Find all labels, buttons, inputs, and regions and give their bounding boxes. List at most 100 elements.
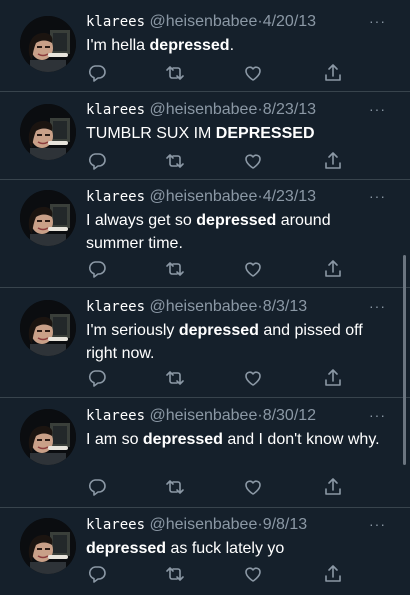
retweet-icon[interactable] bbox=[164, 150, 186, 172]
share-icon[interactable] bbox=[322, 563, 344, 585]
like-icon[interactable] bbox=[242, 367, 264, 389]
share-icon[interactable] bbox=[322, 476, 344, 498]
tweet-keyword: depressed bbox=[149, 37, 230, 54]
tweet-text-before: TUMBLR SUX IM bbox=[86, 125, 216, 142]
tweet-date[interactable]: 4/20/13 bbox=[263, 13, 316, 30]
more-icon[interactable]: ··· bbox=[369, 296, 386, 316]
tweet[interactable]: klarees @heisenbabee·8/3/13 ··· I'm seri… bbox=[0, 288, 410, 398]
tweet-text-before: I am so bbox=[86, 431, 143, 448]
tweet-date[interactable]: 8/30/12 bbox=[263, 407, 316, 424]
handle[interactable]: @heisenbabee bbox=[149, 407, 257, 424]
reply-icon[interactable] bbox=[86, 367, 108, 389]
tweet-actions bbox=[86, 476, 346, 498]
tweet-text: depressed as fuck lately yo bbox=[86, 537, 386, 560]
tweet-text-before: I'm seriously bbox=[86, 322, 179, 339]
tweet-text-before: I always get so bbox=[86, 212, 197, 229]
more-icon[interactable]: ··· bbox=[369, 514, 386, 534]
avatar[interactable] bbox=[20, 409, 76, 465]
like-icon[interactable] bbox=[242, 62, 264, 84]
retweet-icon[interactable] bbox=[164, 476, 186, 498]
tweet-text: I'm hella depressed. bbox=[86, 34, 386, 57]
display-name[interactable]: klarees bbox=[86, 408, 145, 424]
tweet-actions bbox=[86, 62, 346, 84]
tweet-actions bbox=[86, 367, 346, 389]
reply-icon[interactable] bbox=[86, 62, 108, 84]
reply-icon[interactable] bbox=[86, 563, 108, 585]
tweet-header: klarees @heisenbabee·8/23/13 ··· bbox=[86, 100, 398, 120]
tweet-content: klarees @heisenbabee·8/30/12 ··· I am so… bbox=[86, 406, 398, 451]
tweet-actions bbox=[86, 150, 346, 172]
tweet-keyword: depressed bbox=[196, 212, 277, 229]
like-icon[interactable] bbox=[242, 258, 264, 280]
tweet-keyword: depressed bbox=[86, 540, 167, 557]
tweet-text: I always get so depressed around summer … bbox=[86, 209, 386, 255]
share-icon[interactable] bbox=[322, 367, 344, 389]
share-icon[interactable] bbox=[322, 150, 344, 172]
tweet-date[interactable]: 8/23/13 bbox=[263, 101, 316, 118]
more-icon[interactable]: ··· bbox=[369, 99, 386, 119]
avatar[interactable] bbox=[20, 104, 76, 160]
tweet[interactable]: klarees @heisenbabee·8/23/13 ··· TUMBLR … bbox=[0, 92, 410, 180]
tweet-text-after: . bbox=[229, 37, 235, 54]
tweet-header: klarees @heisenbabee·4/20/13 ··· bbox=[86, 12, 398, 32]
like-icon[interactable] bbox=[242, 150, 264, 172]
avatar[interactable] bbox=[20, 518, 76, 574]
tweet-content: klarees @heisenbabee·4/23/13 ··· I alway… bbox=[86, 187, 398, 255]
handle[interactable]: @heisenbabee bbox=[149, 13, 257, 30]
retweet-icon[interactable] bbox=[164, 258, 186, 280]
tweet-header: klarees @heisenbabee·8/30/12 ··· bbox=[86, 406, 398, 426]
share-icon[interactable] bbox=[322, 62, 344, 84]
tweet-content: klarees @heisenbabee·4/20/13 ··· I'm hel… bbox=[86, 12, 398, 57]
tweet-text: I'm seriously depressed and pissed off r… bbox=[86, 319, 386, 365]
handle[interactable]: @heisenbabee bbox=[149, 101, 257, 118]
handle[interactable]: @heisenbabee bbox=[149, 298, 257, 315]
tweet[interactable]: klarees @heisenbabee·8/30/12 ··· I am so… bbox=[0, 398, 410, 508]
tweet-text: I am so depressed and I don't know why. bbox=[86, 428, 386, 451]
tweet-keyword: depressed bbox=[142, 431, 223, 448]
like-icon[interactable] bbox=[242, 563, 264, 585]
tweet-text-after: as fuck lately yo bbox=[166, 540, 285, 557]
tweet-feed: klarees @heisenbabee·4/20/13 ··· I'm hel… bbox=[0, 0, 410, 595]
tweet-header: klarees @heisenbabee·4/23/13 ··· bbox=[86, 187, 398, 207]
like-icon[interactable] bbox=[242, 476, 264, 498]
tweet[interactable]: klarees @heisenbabee·4/23/13 ··· I alway… bbox=[0, 180, 410, 288]
retweet-icon[interactable] bbox=[164, 62, 186, 84]
handle[interactable]: @heisenbabee bbox=[149, 516, 257, 533]
tweet-actions bbox=[86, 258, 346, 280]
display-name[interactable]: klarees bbox=[86, 14, 145, 30]
handle[interactable]: @heisenbabee bbox=[149, 188, 257, 205]
more-icon[interactable]: ··· bbox=[369, 405, 386, 425]
avatar[interactable] bbox=[20, 190, 76, 246]
share-icon[interactable] bbox=[322, 258, 344, 280]
tweet-date[interactable]: 4/23/13 bbox=[263, 188, 316, 205]
more-icon[interactable]: ··· bbox=[369, 11, 386, 31]
display-name[interactable]: klarees bbox=[86, 299, 145, 315]
scrollbar[interactable] bbox=[403, 255, 406, 465]
display-name[interactable]: klarees bbox=[86, 102, 145, 118]
tweet-text-after: and I don't know why. bbox=[222, 431, 380, 448]
tweet-date[interactable]: 8/3/13 bbox=[263, 298, 307, 315]
tweet-actions bbox=[86, 563, 346, 585]
more-icon[interactable]: ··· bbox=[369, 186, 386, 206]
tweet-header: klarees @heisenbabee·9/8/13 ··· bbox=[86, 515, 398, 535]
tweet-keyword: DEPRESSED bbox=[215, 125, 315, 142]
reply-icon[interactable] bbox=[86, 150, 108, 172]
tweet[interactable]: klarees @heisenbabee·9/8/13 ··· depresse… bbox=[0, 508, 410, 595]
tweet-date[interactable]: 9/8/13 bbox=[263, 516, 307, 533]
tweet-content: klarees @heisenbabee·8/3/13 ··· I'm seri… bbox=[86, 297, 398, 365]
tweet-text-before: I'm hella bbox=[86, 37, 150, 54]
tweet-header: klarees @heisenbabee·8/3/13 ··· bbox=[86, 297, 398, 317]
tweet-content: klarees @heisenbabee·8/23/13 ··· TUMBLR … bbox=[86, 100, 398, 145]
reply-icon[interactable] bbox=[86, 476, 108, 498]
tweet-text: TUMBLR SUX IM DEPRESSED bbox=[86, 122, 386, 145]
tweet-keyword: depressed bbox=[178, 322, 259, 339]
retweet-icon[interactable] bbox=[164, 563, 186, 585]
tweet-content: klarees @heisenbabee·9/8/13 ··· depresse… bbox=[86, 515, 398, 560]
avatar[interactable] bbox=[20, 16, 76, 72]
tweet[interactable]: klarees @heisenbabee·4/20/13 ··· I'm hel… bbox=[0, 0, 410, 92]
avatar[interactable] bbox=[20, 300, 76, 356]
reply-icon[interactable] bbox=[86, 258, 108, 280]
retweet-icon[interactable] bbox=[164, 367, 186, 389]
display-name[interactable]: klarees bbox=[86, 517, 145, 533]
display-name[interactable]: klarees bbox=[86, 189, 145, 205]
